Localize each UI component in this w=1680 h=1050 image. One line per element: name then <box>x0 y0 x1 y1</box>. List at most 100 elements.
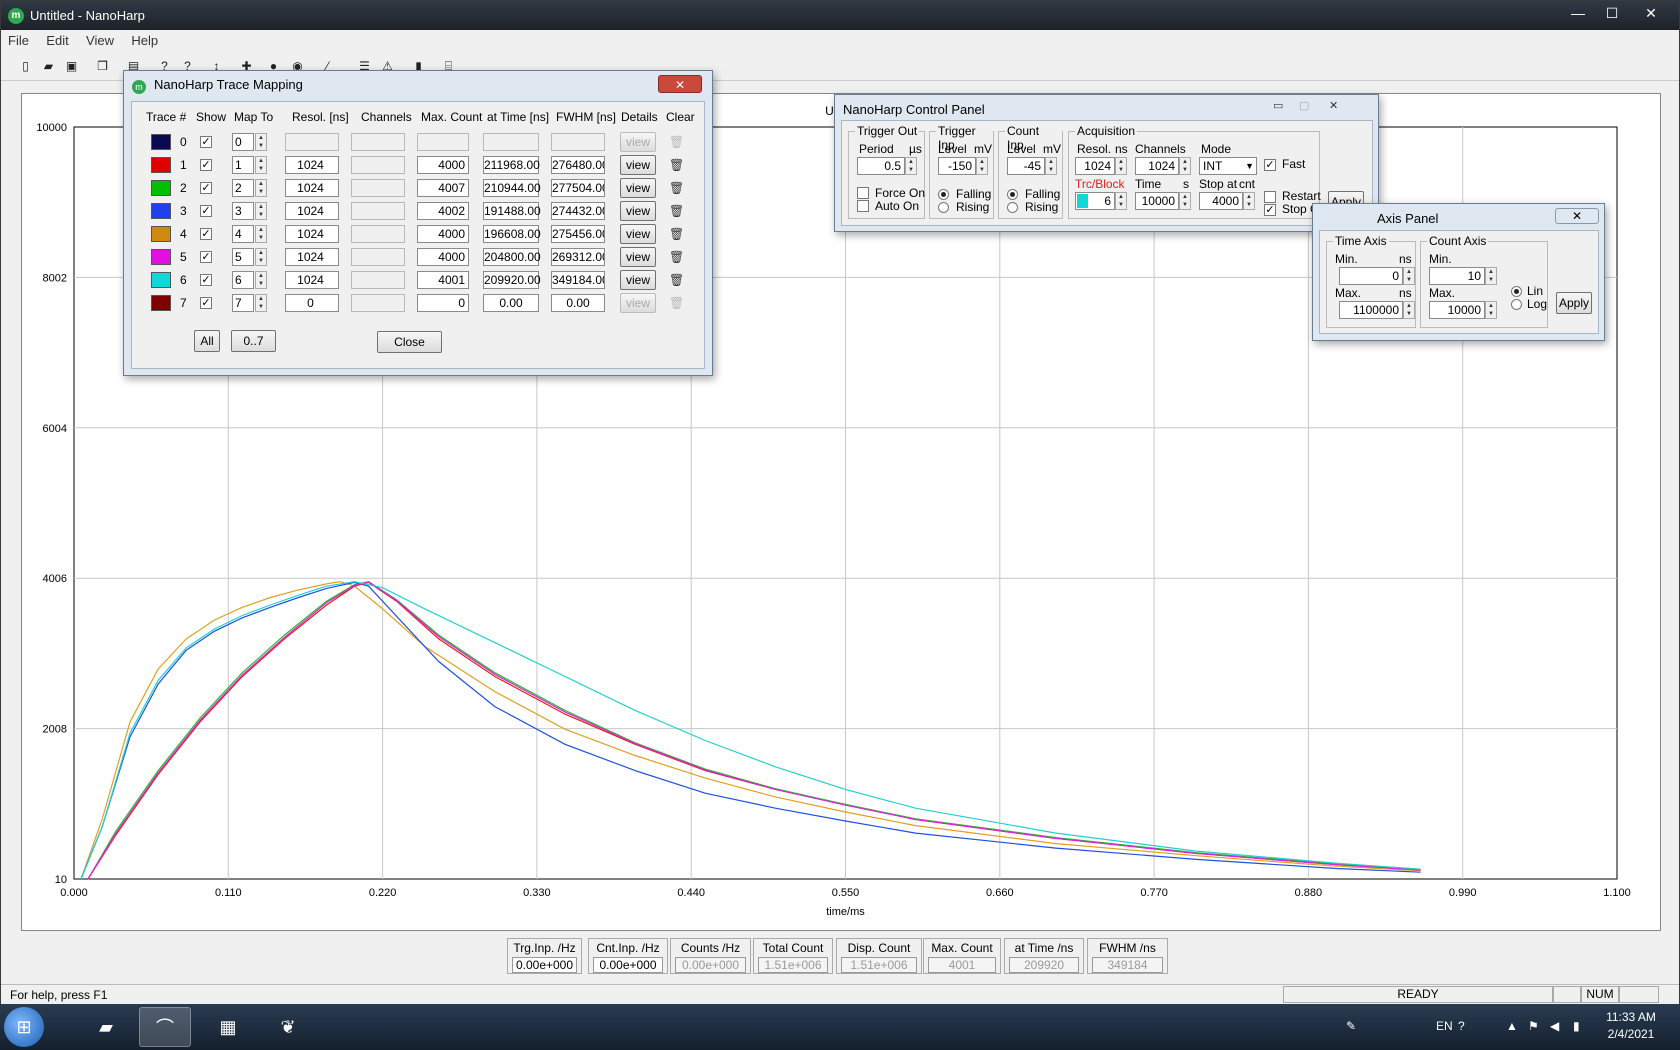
view-button[interactable]: view <box>620 270 656 290</box>
open-folder-icon[interactable]: ▰ <box>38 56 59 76</box>
show-checkbox[interactable]: ✓ <box>200 205 212 217</box>
lin-radio[interactable] <box>1511 286 1522 297</box>
trc-block-spinner[interactable]: ▲ ▼ <box>1115 192 1127 210</box>
view-button[interactable]: view <box>620 132 656 152</box>
count-level-spinner[interactable]: ▲ ▼ <box>1045 157 1057 175</box>
map-to-spinner[interactable]: ▲ ▼ <box>255 294 267 312</box>
map-to-spinner[interactable]: ▲ ▼ <box>255 248 267 266</box>
cp-maximize-button[interactable]: ▢ <box>1299 99 1309 112</box>
map-to-input[interactable]: 6 <box>232 271 254 289</box>
map-to-input[interactable]: 0 <box>232 133 254 151</box>
network-icon[interactable]: ▮ <box>1573 1019 1580 1033</box>
menu-help[interactable]: Help <box>124 30 165 48</box>
trace-color-swatch[interactable] <box>151 249 171 265</box>
log-radio[interactable] <box>1511 299 1522 310</box>
channels-spinner[interactable]: ▲ ▼ <box>1179 157 1191 175</box>
time-max-spinner[interactable]: ▲ ▼ <box>1403 301 1415 319</box>
cp-close-button[interactable]: ✕ <box>1329 99 1338 112</box>
all-button[interactable]: All <box>194 330 220 352</box>
menu-view[interactable]: View <box>79 30 121 48</box>
trash-icon[interactable]: 🗑 <box>669 295 684 311</box>
volume-icon[interactable]: ◀ <box>1550 1019 1559 1033</box>
view-button[interactable]: view <box>620 224 656 244</box>
view-button[interactable]: view <box>620 201 656 221</box>
trash-icon[interactable]: 🗑 <box>669 272 684 288</box>
channels-input[interactable]: 1024 <box>1135 157 1179 175</box>
show-checkbox[interactable]: ✓ <box>200 274 212 286</box>
mode-select[interactable]: INT ▼ <box>1199 157 1257 175</box>
stop-at-input[interactable]: 4000 <box>1199 192 1243 210</box>
force-on-checkbox[interactable] <box>857 187 869 199</box>
show-checkbox[interactable]: ✓ <box>200 136 212 148</box>
map-to-input[interactable]: 2 <box>232 179 254 197</box>
range-button[interactable]: 0..7 <box>231 330 276 352</box>
time-spinner[interactable]: ▲ ▼ <box>1179 192 1191 210</box>
trigger-level-spinner[interactable]: ▲ ▼ <box>976 157 988 175</box>
nanoharp-taskbar-icon[interactable]: ⌒ <box>139 1007 191 1047</box>
count-max-spinner[interactable]: ▲ ▼ <box>1485 301 1497 319</box>
map-to-input[interactable]: 7 <box>232 294 254 312</box>
count-falling-radio[interactable] <box>1007 189 1018 200</box>
view-button[interactable]: view <box>620 247 656 267</box>
trigger-falling-radio[interactable] <box>938 189 949 200</box>
map-to-spinner[interactable]: ▲ ▼ <box>255 133 267 151</box>
show-hidden-icon[interactable]: ▲ <box>1506 1019 1518 1033</box>
trace-color-swatch[interactable] <box>151 134 171 150</box>
time-input[interactable]: 10000 <box>1135 192 1179 210</box>
map-to-input[interactable]: 4 <box>232 225 254 243</box>
trash-icon[interactable]: 🗑 <box>669 203 684 219</box>
auto-on-checkbox[interactable] <box>857 200 869 212</box>
view-button[interactable]: view <box>620 293 656 313</box>
map-to-spinner[interactable]: ▲ ▼ <box>255 156 267 174</box>
pen-tray-icon[interactable]: ✎ <box>1346 1019 1356 1033</box>
resol-spinner[interactable]: ▲ ▼ <box>1115 157 1127 175</box>
stop-of-checkbox[interactable]: ✓ <box>1264 204 1276 216</box>
map-to-spinner[interactable]: ▲ ▼ <box>255 271 267 289</box>
trash-icon[interactable]: 🗑 <box>669 134 684 150</box>
show-checkbox[interactable]: ✓ <box>200 182 212 194</box>
menu-file[interactable]: File <box>1 30 36 48</box>
show-checkbox[interactable]: ✓ <box>200 297 212 309</box>
restart-checkbox[interactable] <box>1264 191 1276 203</box>
trace-color-swatch[interactable] <box>151 157 171 173</box>
trash-icon[interactable]: 🗑 <box>669 249 684 265</box>
flag-tray-icon[interactable]: ⚑ <box>1528 1019 1539 1033</box>
trc-block-input[interactable]: 6 <box>1075 192 1115 210</box>
count-max-input[interactable]: 10000 <box>1429 301 1485 319</box>
maximize-button[interactable]: ☐ <box>1595 3 1629 23</box>
show-checkbox[interactable]: ✓ <box>200 251 212 263</box>
trace-close-button[interactable]: Close <box>377 331 442 353</box>
help-tray-icon[interactable]: ? <box>1458 1019 1465 1033</box>
show-checkbox[interactable]: ✓ <box>200 159 212 171</box>
time-min-spinner[interactable]: ▲ ▼ <box>1403 267 1415 285</box>
view-button[interactable]: view <box>620 178 656 198</box>
count-level-input[interactable]: -45 <box>1007 157 1045 175</box>
trash-icon[interactable]: 🗑 <box>669 157 684 173</box>
count-rising-radio[interactable] <box>1007 202 1018 213</box>
map-to-spinner[interactable]: ▲ ▼ <box>255 179 267 197</box>
time-min-input[interactable]: 0 <box>1339 267 1403 285</box>
save-icon[interactable]: ▣ <box>61 56 82 76</box>
explorer-taskbar-icon[interactable]: ▰ <box>80 1007 132 1047</box>
minimize-button[interactable]: — <box>1561 3 1595 23</box>
trace-color-swatch[interactable] <box>151 180 171 196</box>
trace-color-swatch[interactable] <box>151 203 171 219</box>
show-checkbox[interactable]: ✓ <box>200 228 212 240</box>
period-spinner[interactable]: ▲ ▼ <box>905 157 917 175</box>
map-to-input[interactable]: 3 <box>232 202 254 220</box>
switch-taskbar-icon[interactable]: ▦ <box>202 1007 254 1047</box>
count-min-input[interactable]: 10 <box>1429 267 1485 285</box>
trash-icon[interactable]: 🗑 <box>669 226 684 242</box>
fast-checkbox[interactable]: ✓ <box>1264 159 1276 171</box>
butterfly-taskbar-icon[interactable]: ❦ <box>262 1007 314 1047</box>
copy-icon[interactable]: ❐ <box>92 56 113 76</box>
trigger-rising-radio[interactable] <box>938 202 949 213</box>
resol-input[interactable]: 1024 <box>1075 157 1115 175</box>
stop-at-spinner[interactable]: ▲ ▼ <box>1243 192 1255 210</box>
map-to-input[interactable]: 1 <box>232 156 254 174</box>
menu-edit[interactable]: Edit <box>39 30 75 48</box>
trace-dialog-close-button[interactable]: ✕ <box>658 75 702 93</box>
new-file-icon[interactable]: ▯ <box>15 56 36 76</box>
cp-minimize-button[interactable]: ▭ <box>1273 99 1283 112</box>
trigger-level-input[interactable]: -150 <box>938 157 976 175</box>
